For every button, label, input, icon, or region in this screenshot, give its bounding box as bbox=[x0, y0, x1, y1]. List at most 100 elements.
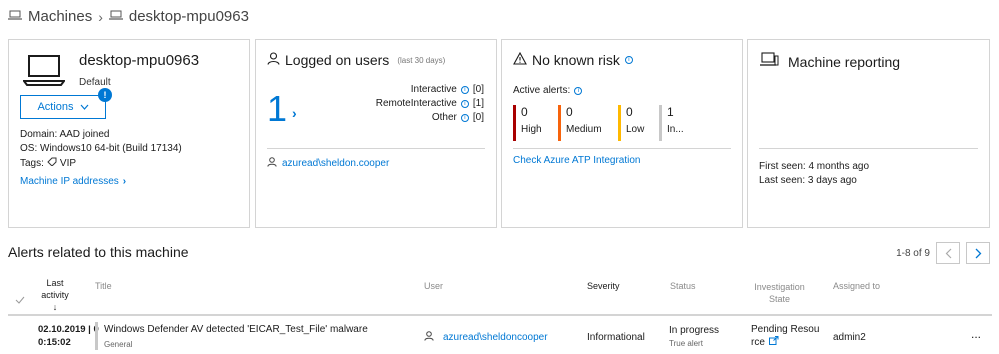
alert-severity: Informational bbox=[587, 332, 645, 343]
logon-type-row: Interactive i [0] bbox=[411, 84, 484, 95]
table-row[interactable]: 02.10.2019 | 0 0:15:02 Windows Defender … bbox=[8, 318, 992, 354]
investigation-state-line2-wrap: rce bbox=[751, 336, 819, 349]
severity-label: Low bbox=[626, 124, 645, 135]
logon-type-row: RemoteInteractive i [1] bbox=[376, 98, 484, 109]
active-alerts-text: Active alerts: bbox=[513, 85, 571, 96]
actions-button[interactable]: Actions bbox=[20, 95, 106, 119]
severity-bar bbox=[659, 105, 662, 141]
reporting-title-text: Machine reporting bbox=[788, 53, 901, 70]
alert-last-activity: 02.10.2019 | 0 0:15:02 bbox=[38, 323, 99, 349]
azure-atp-link[interactable]: Check Azure ATP Integration bbox=[513, 155, 640, 166]
breadcrumb-machines[interactable]: Machines bbox=[28, 8, 92, 25]
info-icon[interactable]: i bbox=[460, 113, 469, 122]
severity-medium[interactable]: 0 Medium bbox=[558, 105, 602, 141]
alert-title[interactable]: Windows Defender AV detected 'EICAR_Test… bbox=[104, 324, 368, 335]
machine-icon bbox=[8, 8, 22, 25]
alert-user-link[interactable]: azuread\sheldoncooper bbox=[443, 332, 548, 343]
severity-indicator-bar bbox=[95, 322, 98, 350]
alert-time: 0:15:02 bbox=[38, 337, 71, 348]
logged-users-card: Logged on users (last 30 days) 1 › Inter… bbox=[255, 39, 497, 228]
column-header-status[interactable]: Status bbox=[670, 281, 696, 291]
column-header-severity[interactable]: Severity bbox=[587, 281, 620, 291]
info-icon[interactable]: i bbox=[460, 99, 469, 108]
severity-bar bbox=[513, 105, 516, 141]
alert-investigation-state: Pending Resou rce bbox=[751, 323, 819, 349]
machine-group: Default bbox=[79, 77, 111, 88]
alert-status-sub: True alert bbox=[669, 339, 703, 348]
logged-users-title-text: Logged on users bbox=[285, 52, 390, 68]
select-all-checkmark-icon[interactable] bbox=[15, 291, 25, 309]
active-alerts-label: Active alerts: i bbox=[513, 85, 583, 96]
investigation-state-line2: rce bbox=[751, 337, 765, 348]
chevron-down-icon bbox=[80, 101, 89, 113]
logged-user-link[interactable]: azuread\sheldon.cooper bbox=[282, 158, 389, 169]
severity-label: High bbox=[521, 124, 542, 135]
column-header-title[interactable]: Title bbox=[95, 281, 112, 291]
alerts-section-title: Alerts related to this machine bbox=[8, 244, 189, 260]
pager: 1-8 of 9 bbox=[896, 242, 990, 264]
more-options-icon[interactable]: ... bbox=[971, 327, 981, 341]
severity-count: 0 bbox=[521, 105, 528, 119]
chevron-right-icon: › bbox=[122, 176, 127, 187]
tags-info: Tags: VIP bbox=[20, 157, 76, 169]
first-seen: First seen: 4 months ago bbox=[759, 161, 870, 172]
logon-type-label: Interactive bbox=[410, 84, 457, 95]
info-icon[interactable]: i bbox=[624, 56, 633, 64]
logon-type-value: [0] bbox=[472, 112, 484, 123]
machine-ip-link[interactable]: Machine IP addresses › bbox=[20, 176, 126, 187]
alert-assigned-to: admin2 bbox=[833, 332, 866, 343]
column-header-text: Last activity bbox=[41, 278, 69, 300]
column-header-last-activity[interactable]: Last activity ↓ bbox=[34, 277, 76, 313]
machine-card: desktop-mpu0963 Default Actions ! Domain… bbox=[8, 39, 250, 228]
actions-label: Actions bbox=[37, 101, 74, 113]
notification-badge: ! bbox=[98, 88, 112, 102]
alert-category: General bbox=[104, 340, 133, 349]
severity-bar bbox=[618, 105, 621, 141]
open-external-icon[interactable] bbox=[768, 336, 779, 349]
risk-card: No known risk i Active alerts: i 0 High … bbox=[501, 39, 743, 228]
previous-page-button[interactable] bbox=[936, 242, 960, 264]
column-header-user[interactable]: User bbox=[424, 281, 443, 291]
logon-type-row: Other i [0] bbox=[432, 112, 484, 123]
chevron-right-icon[interactable]: › bbox=[292, 105, 297, 121]
info-icon[interactable]: i bbox=[460, 85, 469, 94]
tags-label: Tags: bbox=[20, 157, 44, 169]
machine-ip-label: Machine IP addresses bbox=[20, 176, 119, 187]
divider bbox=[267, 148, 485, 149]
reporting-card: Machine reporting First seen: 4 months a… bbox=[747, 39, 990, 228]
column-header-assigned-to[interactable]: Assigned to bbox=[833, 281, 880, 291]
domain-info: Domain: AAD joined bbox=[20, 129, 110, 140]
alert-user: azuread\sheldoncooper bbox=[424, 331, 548, 344]
user-icon bbox=[267, 157, 277, 170]
reporting-title: Machine reporting bbox=[759, 52, 900, 71]
logged-users-count[interactable]: 1 bbox=[267, 88, 287, 130]
tag-icon bbox=[47, 157, 57, 169]
chevron-right-icon: › bbox=[98, 8, 103, 25]
divider bbox=[759, 148, 978, 149]
logged-users-subtitle: (last 30 days) bbox=[397, 55, 446, 65]
divider bbox=[513, 148, 731, 149]
severity-low[interactable]: 0 Low bbox=[618, 105, 644, 141]
severity-bar bbox=[558, 105, 561, 141]
logon-type-label: RemoteInteractive bbox=[375, 98, 457, 109]
last-seen: Last seen: 3 days ago bbox=[759, 175, 857, 186]
column-header-investigation-state[interactable]: Investigation State bbox=[752, 281, 807, 305]
breadcrumb-current: desktop-mpu0963 bbox=[128, 8, 249, 25]
header-divider bbox=[8, 314, 992, 316]
severity-high[interactable]: 0 High bbox=[513, 105, 542, 141]
info-icon[interactable]: i bbox=[574, 86, 583, 95]
severity-informational[interactable]: 1 In... bbox=[659, 105, 684, 141]
logged-user: azuread\sheldon.cooper bbox=[267, 157, 389, 170]
pager-text: 1-8 of 9 bbox=[896, 247, 930, 259]
alert-status: In progress bbox=[669, 325, 720, 336]
next-page-button[interactable] bbox=[966, 242, 990, 264]
logon-type-label: Other bbox=[431, 112, 457, 123]
severity-count: 0 bbox=[626, 105, 633, 119]
warning-icon bbox=[513, 51, 527, 68]
machine-icon bbox=[108, 8, 123, 25]
alert-date: 02.10.2019 | 0 bbox=[38, 324, 99, 335]
machine-reporting-icon bbox=[759, 52, 779, 71]
logon-type-value: [0] bbox=[472, 84, 484, 95]
risk-title-text: No known risk bbox=[532, 52, 620, 68]
logged-users-title: Logged on users (last 30 days) bbox=[267, 52, 445, 68]
